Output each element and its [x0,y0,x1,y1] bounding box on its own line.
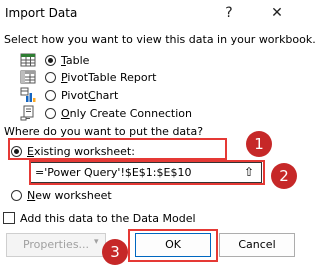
annotation-box-existing-worksheet [8,138,227,160]
cancel-label: Cancel [238,238,276,251]
import-data-dialog: Import Data ? ✕ Select how you want to v… [0,0,316,269]
dialog-title: Import Data [5,6,78,20]
data-model-checkbox[interactable] [3,212,15,224]
properties-label: Properties... [22,238,90,251]
pivotchart-radio[interactable] [45,89,56,101]
pivottable-icon [20,70,36,84]
properties-dropdown-icon: ▾ [94,237,99,247]
data-model-label: Add this data to the Data Model [20,211,196,225]
option-pivottable-report[interactable]: PivotTable Report [45,69,156,85]
annotation-badge-3: 3 [102,239,128,265]
annotation-box-range [29,160,265,185]
connection-label: Only Create Connection [61,106,192,120]
close-button[interactable]: ✕ [262,2,292,24]
option-table[interactable]: Table [45,52,89,68]
view-prompt: Select how you want to view this data in… [4,33,316,46]
table-icon [20,53,36,67]
pivottable-label: PivotTable Report [61,70,157,84]
properties-button[interactable]: Properties... [6,233,106,257]
new-worksheet-label: New worksheet [27,188,112,202]
title-bar: Import Data ? ✕ [0,0,299,28]
cancel-button[interactable]: Cancel [219,233,295,257]
option-only-create-connection[interactable]: Only Create Connection [45,105,192,121]
connection-icon [20,105,34,121]
new-worksheet-radio[interactable] [11,189,22,201]
annotation-badge-1: 1 [246,131,272,157]
connection-radio[interactable] [45,107,56,119]
option-pivotchart[interactable]: PivotChart [45,87,118,103]
pivottable-radio[interactable] [45,71,56,83]
data-model-option[interactable]: Add this data to the Data Model [3,210,196,226]
help-button[interactable]: ? [214,2,244,24]
pivotchart-label: PivotChart [61,88,119,102]
table-radio[interactable] [45,54,56,66]
option-new-worksheet[interactable]: New worksheet [11,187,112,203]
table-label: Table [61,53,90,67]
annotation-badge-2: 2 [271,163,297,189]
pivotchart-icon [20,87,36,102]
annotation-box-ok [128,229,218,262]
location-prompt: Where do you want to put the data? [4,125,204,138]
